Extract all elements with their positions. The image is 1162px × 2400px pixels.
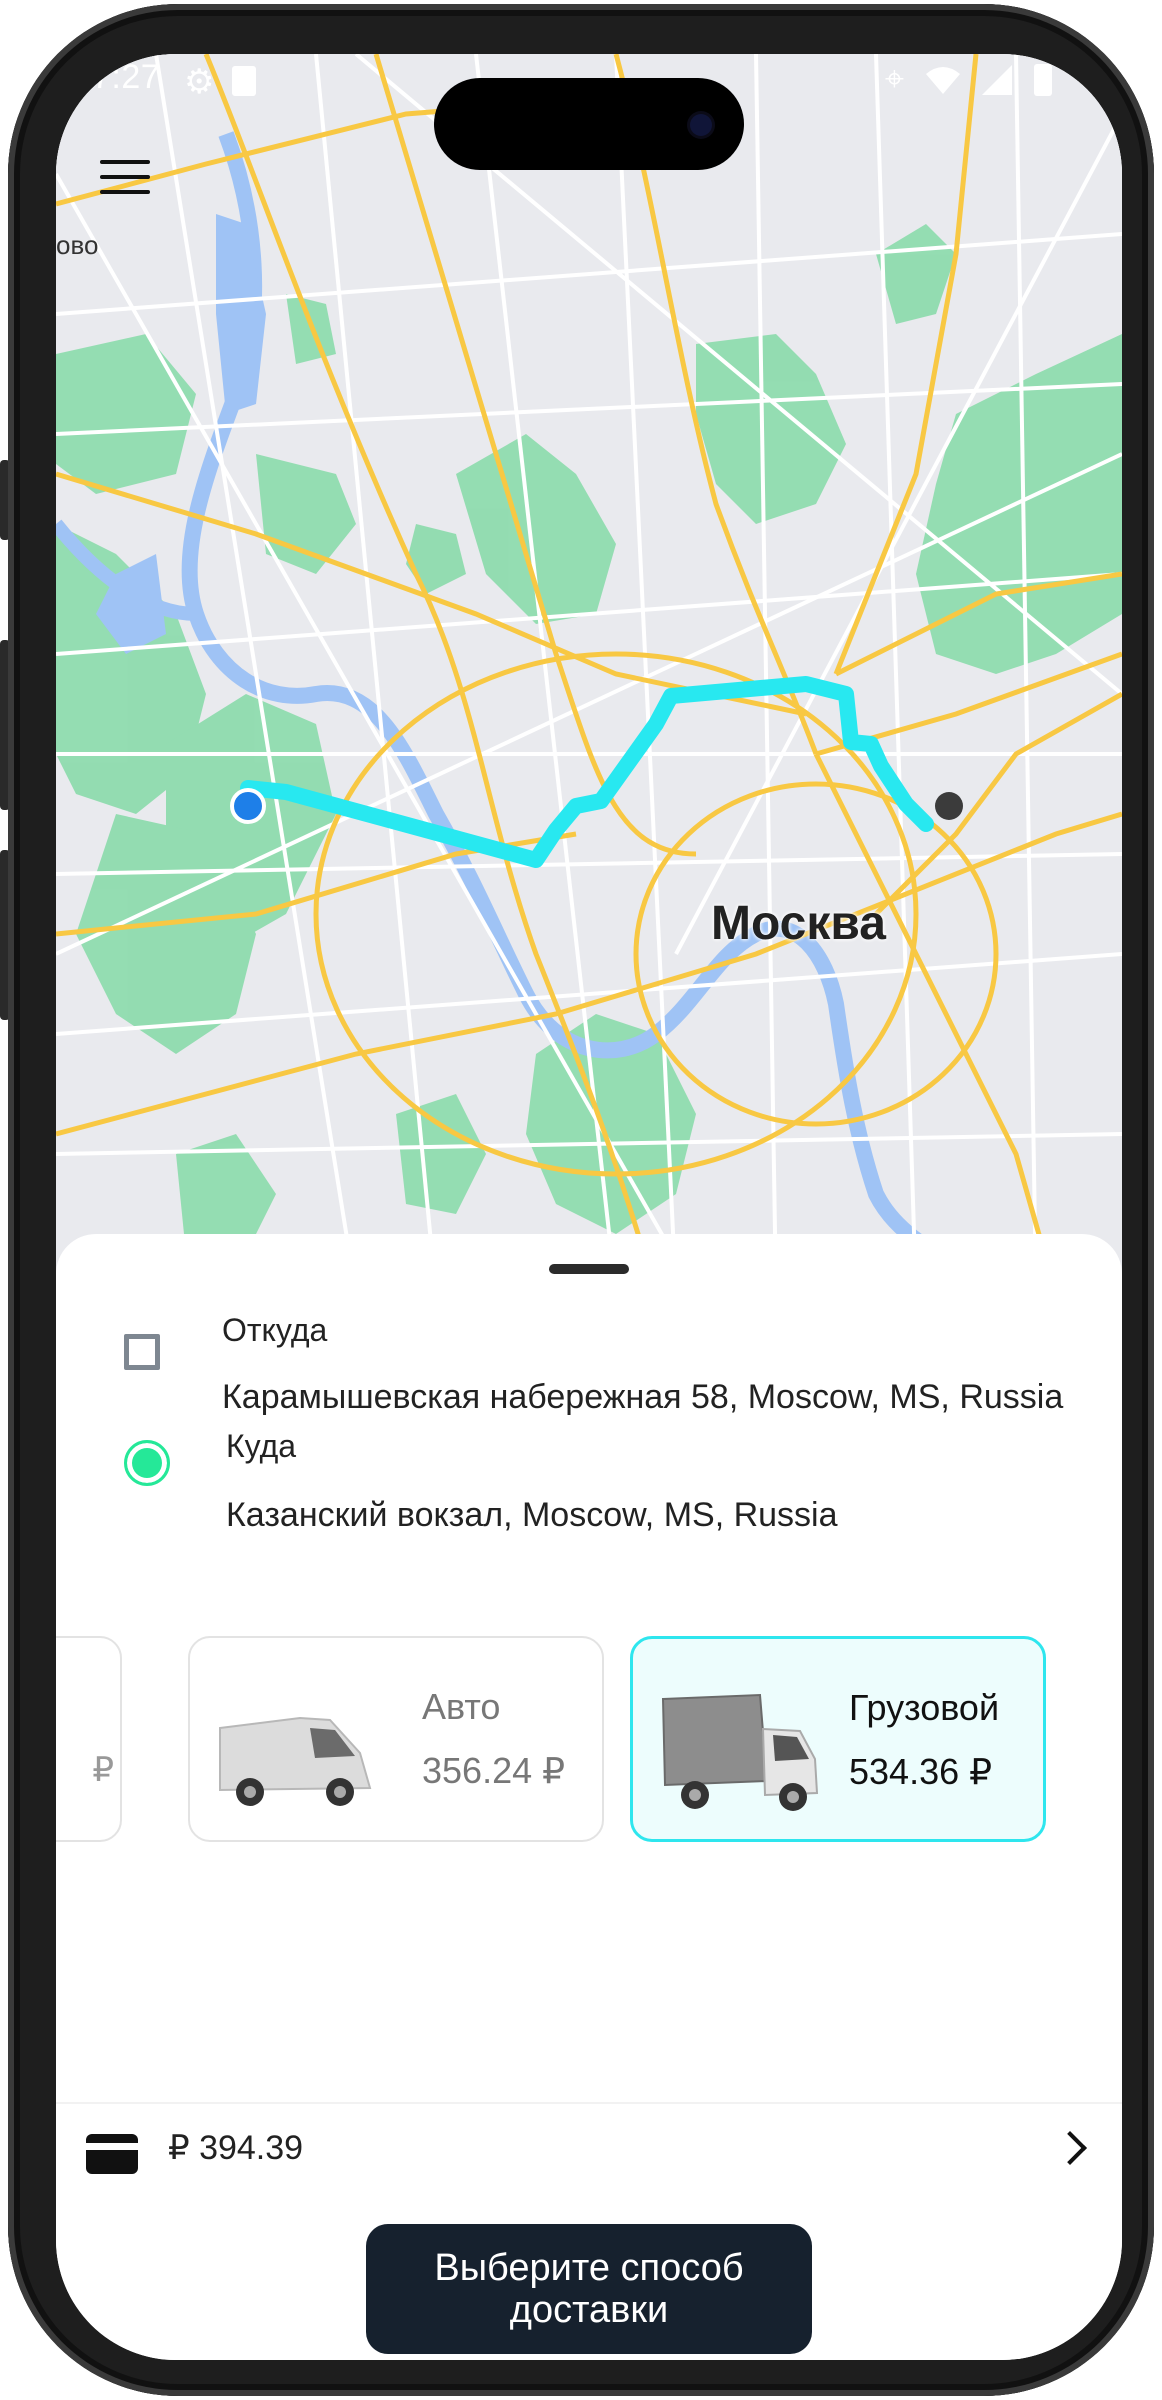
sd-card-icon <box>232 66 257 96</box>
vehicle-card-truck[interactable]: Грузовой 534.36 ₽ <box>630 1636 1046 1842</box>
wifi-icon <box>926 66 960 94</box>
menu-button[interactable] <box>100 160 150 204</box>
location-icon: ⌖ <box>884 60 904 98</box>
vehicle-card-auto[interactable]: Авто 356.24 ₽ <box>188 1636 604 1842</box>
payment-method-row[interactable]: ₽ 394.39 <box>56 2102 1122 2204</box>
van-icon <box>219 1716 372 1806</box>
vehicle-card[interactable]: ₽ <box>56 1636 122 1842</box>
destination-pin <box>935 792 963 820</box>
vehicle-name: Авто <box>422 1686 501 1727</box>
screen: ово Москва 7:27 ⚙ ⌖ Откуда Карамышевская… <box>56 54 1122 2360</box>
truck-icon <box>661 1693 819 1811</box>
vehicle-carousel[interactable]: ₽ Авто 356.24 ₽ Грузовой 534.36 ₽ <box>56 1636 1122 1846</box>
vehicle-price: ₽ <box>92 1751 114 1789</box>
origin-pin <box>230 788 266 824</box>
credit-card-icon <box>86 2134 138 2174</box>
menu-icon <box>100 160 150 164</box>
to-address[interactable]: Казанский вокзал, Moscow, MS, Russia <box>226 1496 838 1535</box>
chevron-right-icon <box>1053 2131 1087 2165</box>
city-label: Москва <box>711 897 886 950</box>
vehicle-price: 356.24 ₽ <box>422 1750 566 1791</box>
destination-dot-icon <box>124 1440 170 1486</box>
sheet-handle[interactable] <box>549 1264 629 1274</box>
payment-amount: ₽ 394.39 <box>168 2129 304 2167</box>
camera-icon <box>690 114 712 136</box>
vehicle-name: Грузовой <box>849 1687 1000 1728</box>
gear-icon: ⚙ <box>184 63 215 101</box>
status-time: 7:27 <box>92 58 161 96</box>
origin-square-icon <box>124 1334 160 1370</box>
signal-icon <box>982 64 1012 95</box>
dynamic-island <box>434 78 744 170</box>
map-canvas[interactable] <box>56 54 1122 1294</box>
battery-icon <box>1034 63 1052 96</box>
map-place-label: ово <box>56 230 99 260</box>
choose-delivery-button[interactable]: Выберите способ доставки <box>366 2224 812 2354</box>
vehicle-price: 534.36 ₽ <box>849 1751 993 1792</box>
phone-frame: ово Москва 7:27 ⚙ ⌖ Откуда Карамышевская… <box>0 0 1162 2400</box>
choose-delivery-label: Выберите способ доставки <box>434 2247 744 2331</box>
from-label: Откуда <box>222 1312 328 1348</box>
to-label: Куда <box>226 1428 297 1464</box>
map-view[interactable]: ово Москва <box>56 54 1122 1294</box>
from-address[interactable]: Карамышевская набережная 58, Moscow, MS,… <box>222 1378 1063 1417</box>
